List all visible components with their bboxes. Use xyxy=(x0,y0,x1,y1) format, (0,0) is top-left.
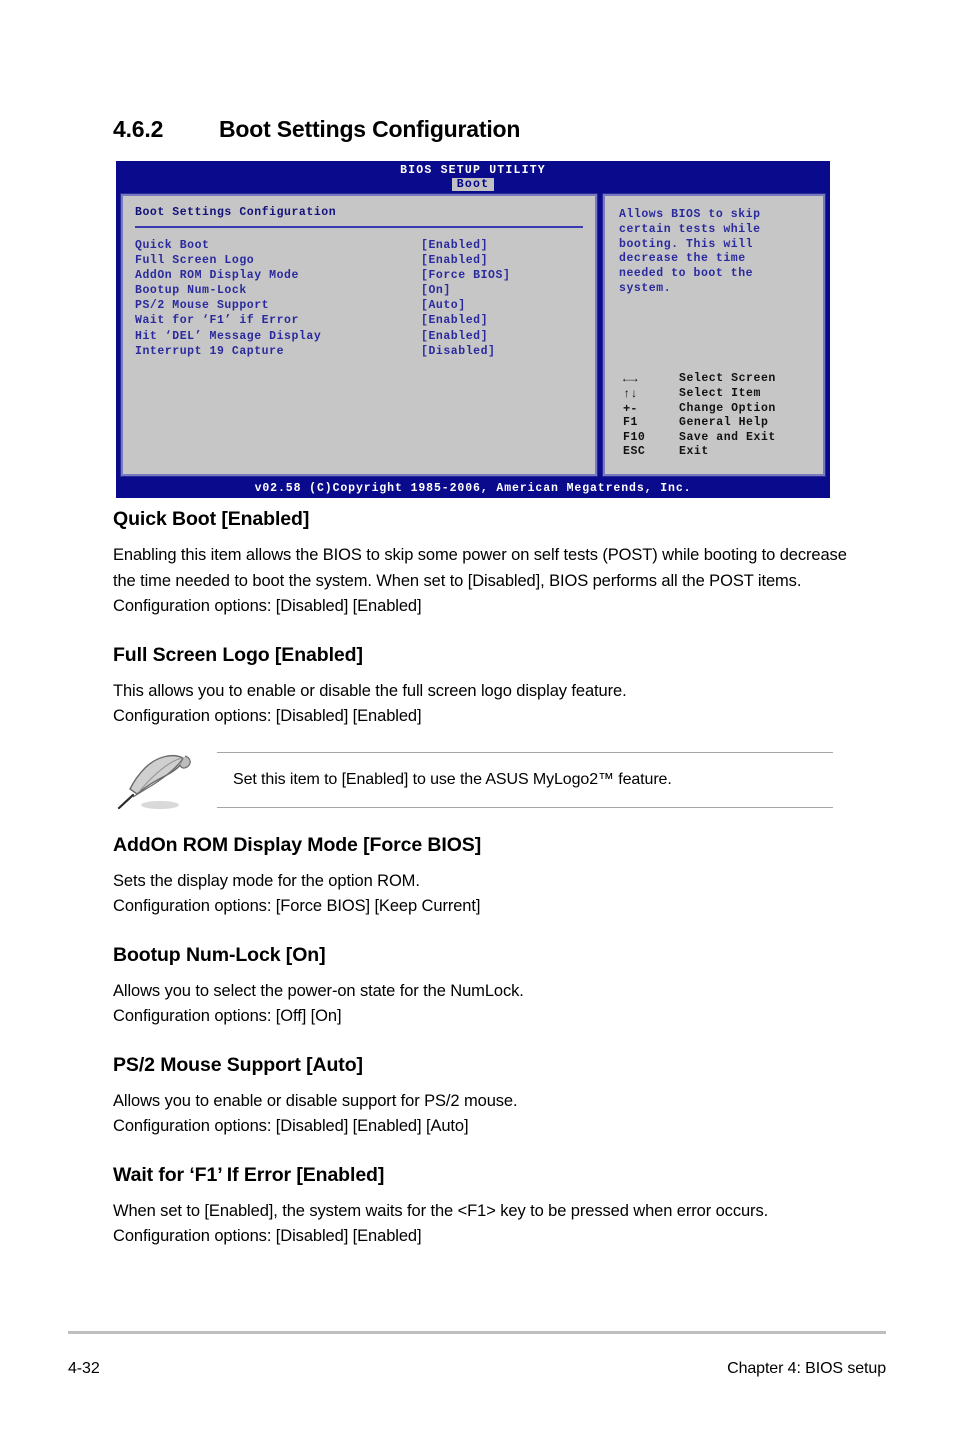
section-number: 4.6.2 xyxy=(113,116,164,142)
item-block-wait-f1: Wait for ‘F1’ If Error [Enabled] When se… xyxy=(113,1164,853,1250)
bios-option-row[interactable]: Wait for ‘F1’ if Error [Enabled] xyxy=(135,313,583,328)
note-box: Set this item to [Enabled] to use the AS… xyxy=(113,751,853,809)
item-heading: Full Screen Logo [Enabled] xyxy=(113,643,363,666)
bios-option-value[interactable]: [Force BIOS] xyxy=(421,268,510,283)
bios-option-label: Interrupt 19 Capture xyxy=(135,344,285,358)
legend-description: Change Option xyxy=(679,401,776,415)
legend-key: F10 xyxy=(623,430,646,444)
note-text: Set this item to [Enabled] to use the AS… xyxy=(233,770,672,788)
item-heading: PS/2 Mouse Support [Auto] xyxy=(113,1053,363,1076)
legend-description: Save and Exit xyxy=(679,430,776,444)
footer-divider xyxy=(68,1331,886,1334)
legend-key: ESC xyxy=(623,445,646,459)
bios-option-row[interactable]: Bootup Num-Lock [On] xyxy=(135,283,583,298)
item-heading: Bootup Num-Lock [On] xyxy=(113,943,326,966)
bios-help-text: Allows BIOS to skip certain tests while … xyxy=(619,208,761,295)
bios-screenshot: BIOS SETUP UTILITY Boot Boot Settings Co… xyxy=(116,161,830,498)
item-paragraph: Sets the display mode for the option ROM… xyxy=(113,871,481,916)
bios-option-value[interactable]: [Enabled] xyxy=(421,329,488,344)
item-block-ps2-mouse: PS/2 Mouse Support [Auto] Allows you to … xyxy=(113,1054,853,1140)
item-block-full-screen-logo: Full Screen Logo [Enabled] This allows y… xyxy=(113,644,853,730)
bios-option-label: Wait for ‘F1’ if Error xyxy=(135,314,299,328)
legend-row: F1 General Help xyxy=(623,416,776,431)
item-block-bootup-numlock: Bootup Num-Lock [On] Allows you to selec… xyxy=(113,944,853,1030)
bios-key-legend: ←→ Select Screen ↑↓ Select Item +- Change Opt… xyxy=(623,372,776,460)
bios-option-row[interactable]: Interrupt 19 Capture [Disabled] xyxy=(135,344,583,359)
bios-option-row[interactable]: Full Screen Logo [Enabled] xyxy=(135,253,583,268)
bios-option-label: AddOn ROM Display Mode xyxy=(135,269,299,283)
legend-row: F10 Save and Exit xyxy=(623,431,776,446)
bios-tab-bar: Boot xyxy=(116,177,830,191)
bios-option-row[interactable]: PS/2 Mouse Support [Auto] xyxy=(135,298,583,313)
item-heading: Quick Boot [Enabled] xyxy=(113,508,310,530)
bios-help-panel: Allows BIOS to skip certain tests while … xyxy=(602,193,826,477)
bios-option-label: Quick Boot xyxy=(135,239,210,252)
bios-option-value[interactable]: [Enabled] xyxy=(421,253,488,268)
page-footer: 4-32 Chapter 4: BIOS setup xyxy=(68,1360,886,1378)
item-paragraph: This allows you to enable or disable the… xyxy=(113,681,627,726)
legend-row: ESC Exit xyxy=(623,445,776,460)
bios-option-value[interactable]: [Auto] xyxy=(421,298,466,313)
up-down-arrow-icon: ↑↓ xyxy=(623,387,638,402)
bios-body: Boot Settings Configuration Quick Boot [E… xyxy=(120,193,826,477)
legend-key: F1 xyxy=(623,416,638,430)
legend-row: ↑↓ Select Item xyxy=(623,387,776,402)
item-paragraph: Allows you to enable or disable support … xyxy=(113,1091,518,1136)
legend-description: Exit xyxy=(679,445,709,459)
article-body: Quick Boot [Enabled] Enabling this item … xyxy=(113,508,853,1274)
legend-row: ←→ Select Screen xyxy=(623,372,776,387)
bios-option-value[interactable]: [Enabled] xyxy=(421,238,488,253)
chapter-label: Chapter 4: BIOS setup xyxy=(727,1360,886,1377)
bios-panel-title: Boot Settings Configuration xyxy=(135,206,337,219)
bios-divider xyxy=(135,226,583,228)
bios-option-label: Hit ‘DEL’ Message Display xyxy=(135,329,322,343)
tab-boot[interactable]: Boot xyxy=(451,178,495,191)
bios-option-label: Bootup Num-Lock xyxy=(135,284,247,298)
legend-description: Select Item xyxy=(679,387,761,401)
section-title: Boot Settings Configuration xyxy=(219,116,521,142)
bios-option-label: Full Screen Logo xyxy=(135,254,255,268)
item-block-addon-rom: AddOn ROM Display Mode [Force BIOS] Sets… xyxy=(113,834,853,920)
item-paragraph: When set to [Enabled], the system waits … xyxy=(113,1201,769,1246)
plus-minus-icon: +- xyxy=(623,401,638,416)
item-paragraph: Enabling this item allows the BIOS to sk… xyxy=(113,546,847,615)
bios-option-list: Quick Boot [Enabled] Full Screen Logo [Enab… xyxy=(135,238,583,359)
bios-option-row[interactable]: Hit ‘DEL’ Message Display [Enabled] xyxy=(135,329,583,344)
bios-option-value[interactable]: [Disabled] xyxy=(421,344,496,359)
left-right-arrow-icon: ←→ xyxy=(623,372,638,387)
item-heading: Wait for ‘F1’ If Error [Enabled] xyxy=(113,1163,385,1186)
bios-option-value[interactable]: [On] xyxy=(421,283,451,298)
item-heading: AddOn ROM Display Mode [Force BIOS] xyxy=(113,833,482,856)
bios-option-row[interactable]: Quick Boot [Enabled] xyxy=(135,238,583,253)
section-heading: 4.6.2 Boot Settings Configuration xyxy=(113,116,853,143)
bios-utility-title: BIOS SETUP UTILITY xyxy=(400,164,546,177)
item-block-quick-boot: Quick Boot [Enabled] Enabling this item … xyxy=(113,508,853,620)
bios-settings-panel: Boot Settings Configuration Quick Boot [E… xyxy=(120,193,598,477)
legend-description: General Help xyxy=(679,416,769,430)
quill-pen-icon xyxy=(113,750,209,812)
legend-description: Select Screen xyxy=(679,372,776,386)
bios-option-value[interactable]: [Enabled] xyxy=(421,313,488,328)
bios-footer: v02.58 (C)Copyright 1985-2006, American … xyxy=(254,482,692,495)
bios-option-row[interactable]: AddOn ROM Display Mode [Force BIOS] xyxy=(135,268,583,283)
bios-option-label: PS/2 Mouse Support xyxy=(135,299,270,313)
item-paragraph: Allows you to select the power-on state … xyxy=(113,981,524,1026)
legend-row: +- Change Option xyxy=(623,402,776,417)
page-number: 4-32 xyxy=(68,1360,100,1377)
